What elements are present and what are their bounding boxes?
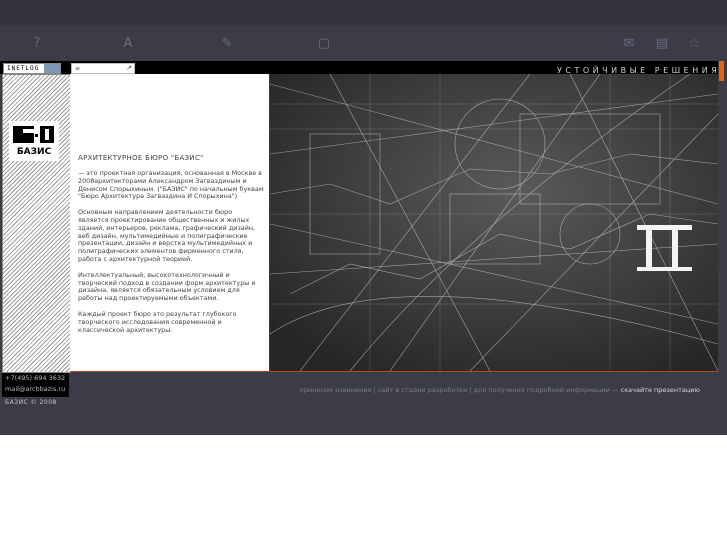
mail-icon[interactable]: ✉ [621, 36, 637, 52]
about-paragraph: Интеллектуальный, высокотехнологичный и … [78, 270, 256, 303]
search-input[interactable]: ≡ ↗ [71, 63, 135, 74]
architecture-drawing-image [270, 74, 718, 371]
svg-text:БАЗИС: БАЗИС [17, 147, 52, 157]
divider-line [70, 371, 718, 372]
document-icon[interactable]: ▤ [654, 36, 670, 52]
inetlog-label: INETLOG [7, 65, 40, 72]
star-icon[interactable]: ☆ [686, 36, 702, 52]
pencil-icon[interactable]: ✎ [219, 36, 235, 52]
footer-note: приносим извинения | сайт в стадии разра… [70, 386, 700, 394]
right-strip [718, 82, 727, 371]
footer-note-text: приносим извинения | сайт в стадии разра… [299, 386, 621, 394]
page-frame: ? A ✎ ▢ ✉ ▤ ☆ INETLOG ≡ ↗ УСТОЙЧИВЫЕ РЕШ… [0, 0, 727, 435]
counter-graph [44, 64, 60, 73]
about-paragraph: Каждый проект бюро это результат глубоко… [78, 309, 237, 334]
about-paragraph: — это проектная организация, основанная … [78, 169, 264, 201]
hatched-sidebar [2, 74, 71, 373]
about-title: АРХИТЕКТУРНОЕ БЮРО "БАЗИС" [78, 154, 204, 162]
bazis-logo[interactable]: БАЗИС [9, 121, 59, 161]
info-icon[interactable]: ? [29, 36, 45, 52]
accent-marker [719, 61, 724, 81]
search-go-icon[interactable]: ↗ [126, 64, 132, 73]
inetlog-counter[interactable]: INETLOG [3, 63, 61, 74]
top-bar [0, 0, 727, 26]
copyright: БАЗИС © 2008 [5, 399, 57, 406]
logo-mark-icon: БАЗИС [13, 126, 54, 157]
about-panel: АРХИТЕКТУРНОЕ БЮРО "БАЗИС" — это проектн… [70, 74, 269, 371]
contacts-box: +7(495) 694 3632 mail@archbazis.ru [2, 373, 69, 397]
phone-number: +7(495) 694 3632 [5, 374, 66, 382]
download-presentation-link[interactable]: скачайте презентацию [621, 386, 700, 394]
icon-toolbar: ? A ✎ ▢ ✉ ▤ ☆ [0, 30, 727, 60]
book-icon[interactable]: ▢ [316, 36, 332, 52]
about-paragraph: Основным направлением деятельности бюро … [78, 208, 256, 263]
search-value: ≡ [75, 65, 81, 72]
email-link[interactable]: mail@archbazis.ru [2, 384, 69, 395]
font-icon[interactable]: A [120, 36, 136, 52]
